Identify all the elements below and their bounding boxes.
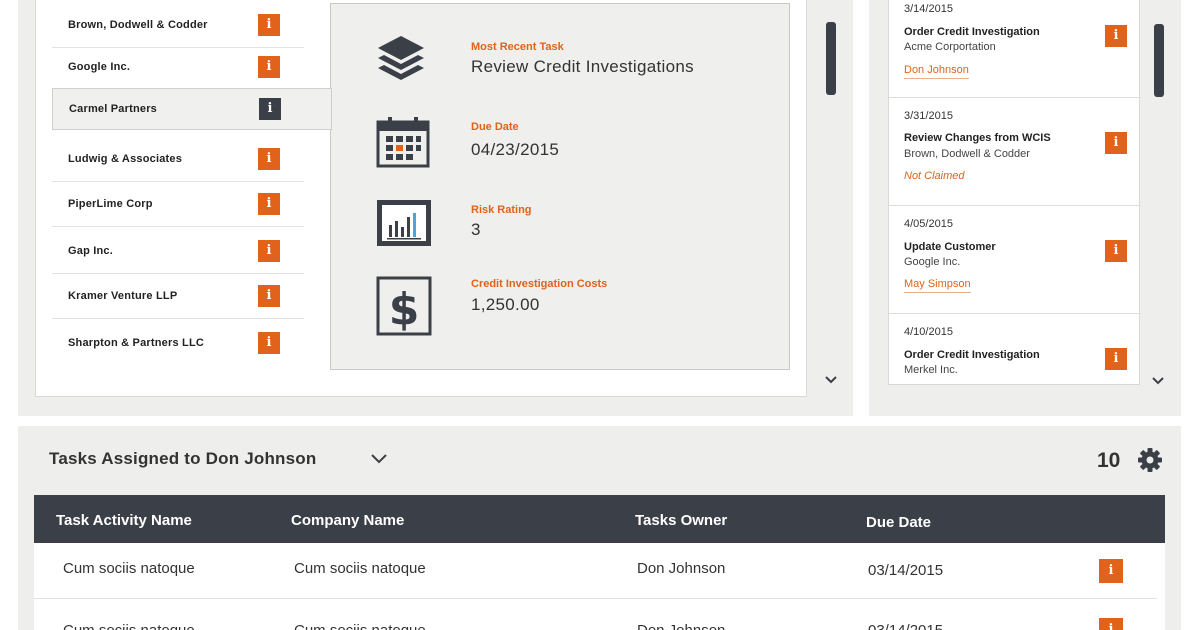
info-icon[interactable]: i (1105, 132, 1127, 154)
info-icon[interactable]: i (258, 55, 280, 78)
info-icon[interactable]: i (1105, 240, 1127, 262)
company-name: Brown, Dodwell & Codder (68, 18, 208, 31)
info-icon[interactable]: i (259, 98, 281, 120)
task-date: 3/31/2015 (904, 110, 953, 122)
task-feed: 3/14/2015 Order Credit Investigation Acm… (888, 0, 1140, 385)
company-name: Carmel Partners (69, 103, 157, 115)
dollar-icon: $ (376, 276, 432, 336)
info-icon[interactable]: i (258, 192, 280, 215)
task-card[interactable]: 3/14/2015 Order Credit Investigation Acm… (889, 0, 1139, 98)
company-name: Ludwig & Associates (68, 152, 183, 165)
risk-rating-label: Risk Rating (471, 204, 532, 216)
info-icon[interactable]: i (1105, 348, 1127, 370)
task-activity-cell: Cum sociis natoque (63, 622, 195, 630)
gear-icon[interactable] (1137, 447, 1163, 473)
task-date: 4/10/2015 (904, 326, 953, 338)
company-item[interactable]: Brown, Dodwell & Codder i (52, 2, 304, 48)
company-name: Sharpton & Partners LLC (68, 337, 205, 349)
task-date: 3/14/2015 (904, 3, 953, 15)
task-owner[interactable]: May Simpson (904, 278, 971, 293)
risk-rating-value: 3 (471, 220, 481, 239)
company-item[interactable]: PiperLime Corp i (52, 181, 304, 227)
table-header: Task Activity Name Company Name Tasks Ow… (34, 495, 1165, 543)
company-detail-card: Most Recent Task Review Credit Investiga… (330, 3, 790, 370)
company-cell: Cum sociis natoque (294, 622, 426, 630)
bar-chart-icon (377, 200, 431, 246)
info-icon[interactable]: i (258, 13, 280, 36)
info-icon[interactable]: i (1099, 618, 1123, 630)
company-item[interactable]: Kramer Venture LLP i (52, 273, 304, 319)
scrollbar-thumb[interactable] (826, 22, 836, 95)
table-row[interactable]: Cum sociis natoque Cum sociis natoque Do… (34, 600, 1157, 630)
company-item[interactable]: Ludwig & Associates i (52, 136, 304, 182)
info-icon[interactable]: i (1099, 559, 1123, 583)
company-item[interactable]: Sharpton & Partners LLC i (52, 320, 304, 366)
info-icon[interactable]: i (258, 332, 280, 354)
recent-task-value: Review Credit Investigations (471, 57, 694, 76)
column-header[interactable]: Tasks Owner (635, 512, 727, 529)
costs-label: Credit Investigation Costs (471, 278, 608, 290)
info-icon[interactable]: i (258, 147, 280, 170)
owner-cell: Don Johnson (637, 560, 726, 577)
company-name: PiperLime Corp (68, 197, 153, 210)
calendar-icon (376, 117, 430, 168)
scrollbar-thumb[interactable] (1154, 24, 1164, 97)
company-cell: Cum sociis natoque (294, 560, 426, 577)
task-owner[interactable]: Don Johnson (904, 64, 969, 79)
due-date-label: Due Date (471, 121, 519, 133)
due-date-value: 04/23/2015 (471, 140, 560, 159)
info-icon[interactable]: i (1105, 25, 1127, 47)
chevron-down-icon[interactable] (370, 453, 388, 465)
column-header[interactable]: Task Activity Name (56, 512, 192, 529)
table-row[interactable]: Cum sociis natoque Cum sociis natoque Do… (34, 543, 1157, 599)
task-company: Brown, Dodwell & Codder (904, 148, 1030, 160)
task-title: Update Customer (904, 241, 996, 253)
task-title: Order Credit Investigation (904, 26, 1040, 38)
task-owner: Not Claimed (904, 170, 965, 182)
task-card[interactable]: 4/10/2015 Order Credit Investigation Mer… (889, 314, 1139, 384)
costs-value: 1,250.00 (471, 295, 540, 314)
company-item[interactable]: Gap Inc. i (52, 228, 304, 274)
info-icon[interactable]: i (258, 239, 280, 262)
task-company: Acme Corportation (904, 41, 996, 53)
task-title: Review Changes from WCIS (904, 132, 1051, 144)
chevron-down-icon[interactable] (824, 375, 838, 385)
company-name: Gap Inc. (68, 244, 113, 257)
task-card[interactable]: 3/31/2015 Review Changes from WCIS Brown… (889, 98, 1139, 206)
company-item-selected[interactable]: Carmel Partners i (52, 88, 332, 130)
chevron-down-icon[interactable] (1151, 376, 1165, 386)
recent-task-label: Most Recent Task (471, 41, 564, 53)
company-name: Kramer Venture LLP (68, 289, 178, 302)
layers-icon (378, 36, 424, 80)
info-icon[interactable]: i (258, 284, 280, 307)
tasks-panel-title: Tasks Assigned to Don Johnson (49, 449, 317, 468)
column-header[interactable]: Due Date (866, 514, 931, 531)
owner-cell: Don Johnson (637, 622, 725, 630)
svg-text:$: $ (389, 284, 420, 335)
due-date-cell: 03/14/2015 (868, 562, 944, 579)
task-date: 4/05/2015 (904, 218, 953, 230)
company-name: Google Inc. (68, 60, 131, 73)
due-date-cell: 03/14/2015 (868, 622, 943, 630)
task-company: Google Inc. (904, 256, 961, 268)
task-company: Merkel Inc. (904, 364, 958, 376)
column-header[interactable]: Company Name (291, 512, 404, 529)
task-activity-cell: Cum sociis natoque (63, 560, 195, 577)
company-item[interactable]: Google Inc. i (52, 44, 304, 90)
task-title: Order Credit Investigation (904, 349, 1040, 361)
task-card[interactable]: 4/05/2015 Update Customer Google Inc. Ma… (889, 206, 1139, 314)
tasks-count: 10 (1097, 449, 1121, 472)
tasks-table: Task Activity Name Company Name Tasks Ow… (34, 495, 1165, 630)
